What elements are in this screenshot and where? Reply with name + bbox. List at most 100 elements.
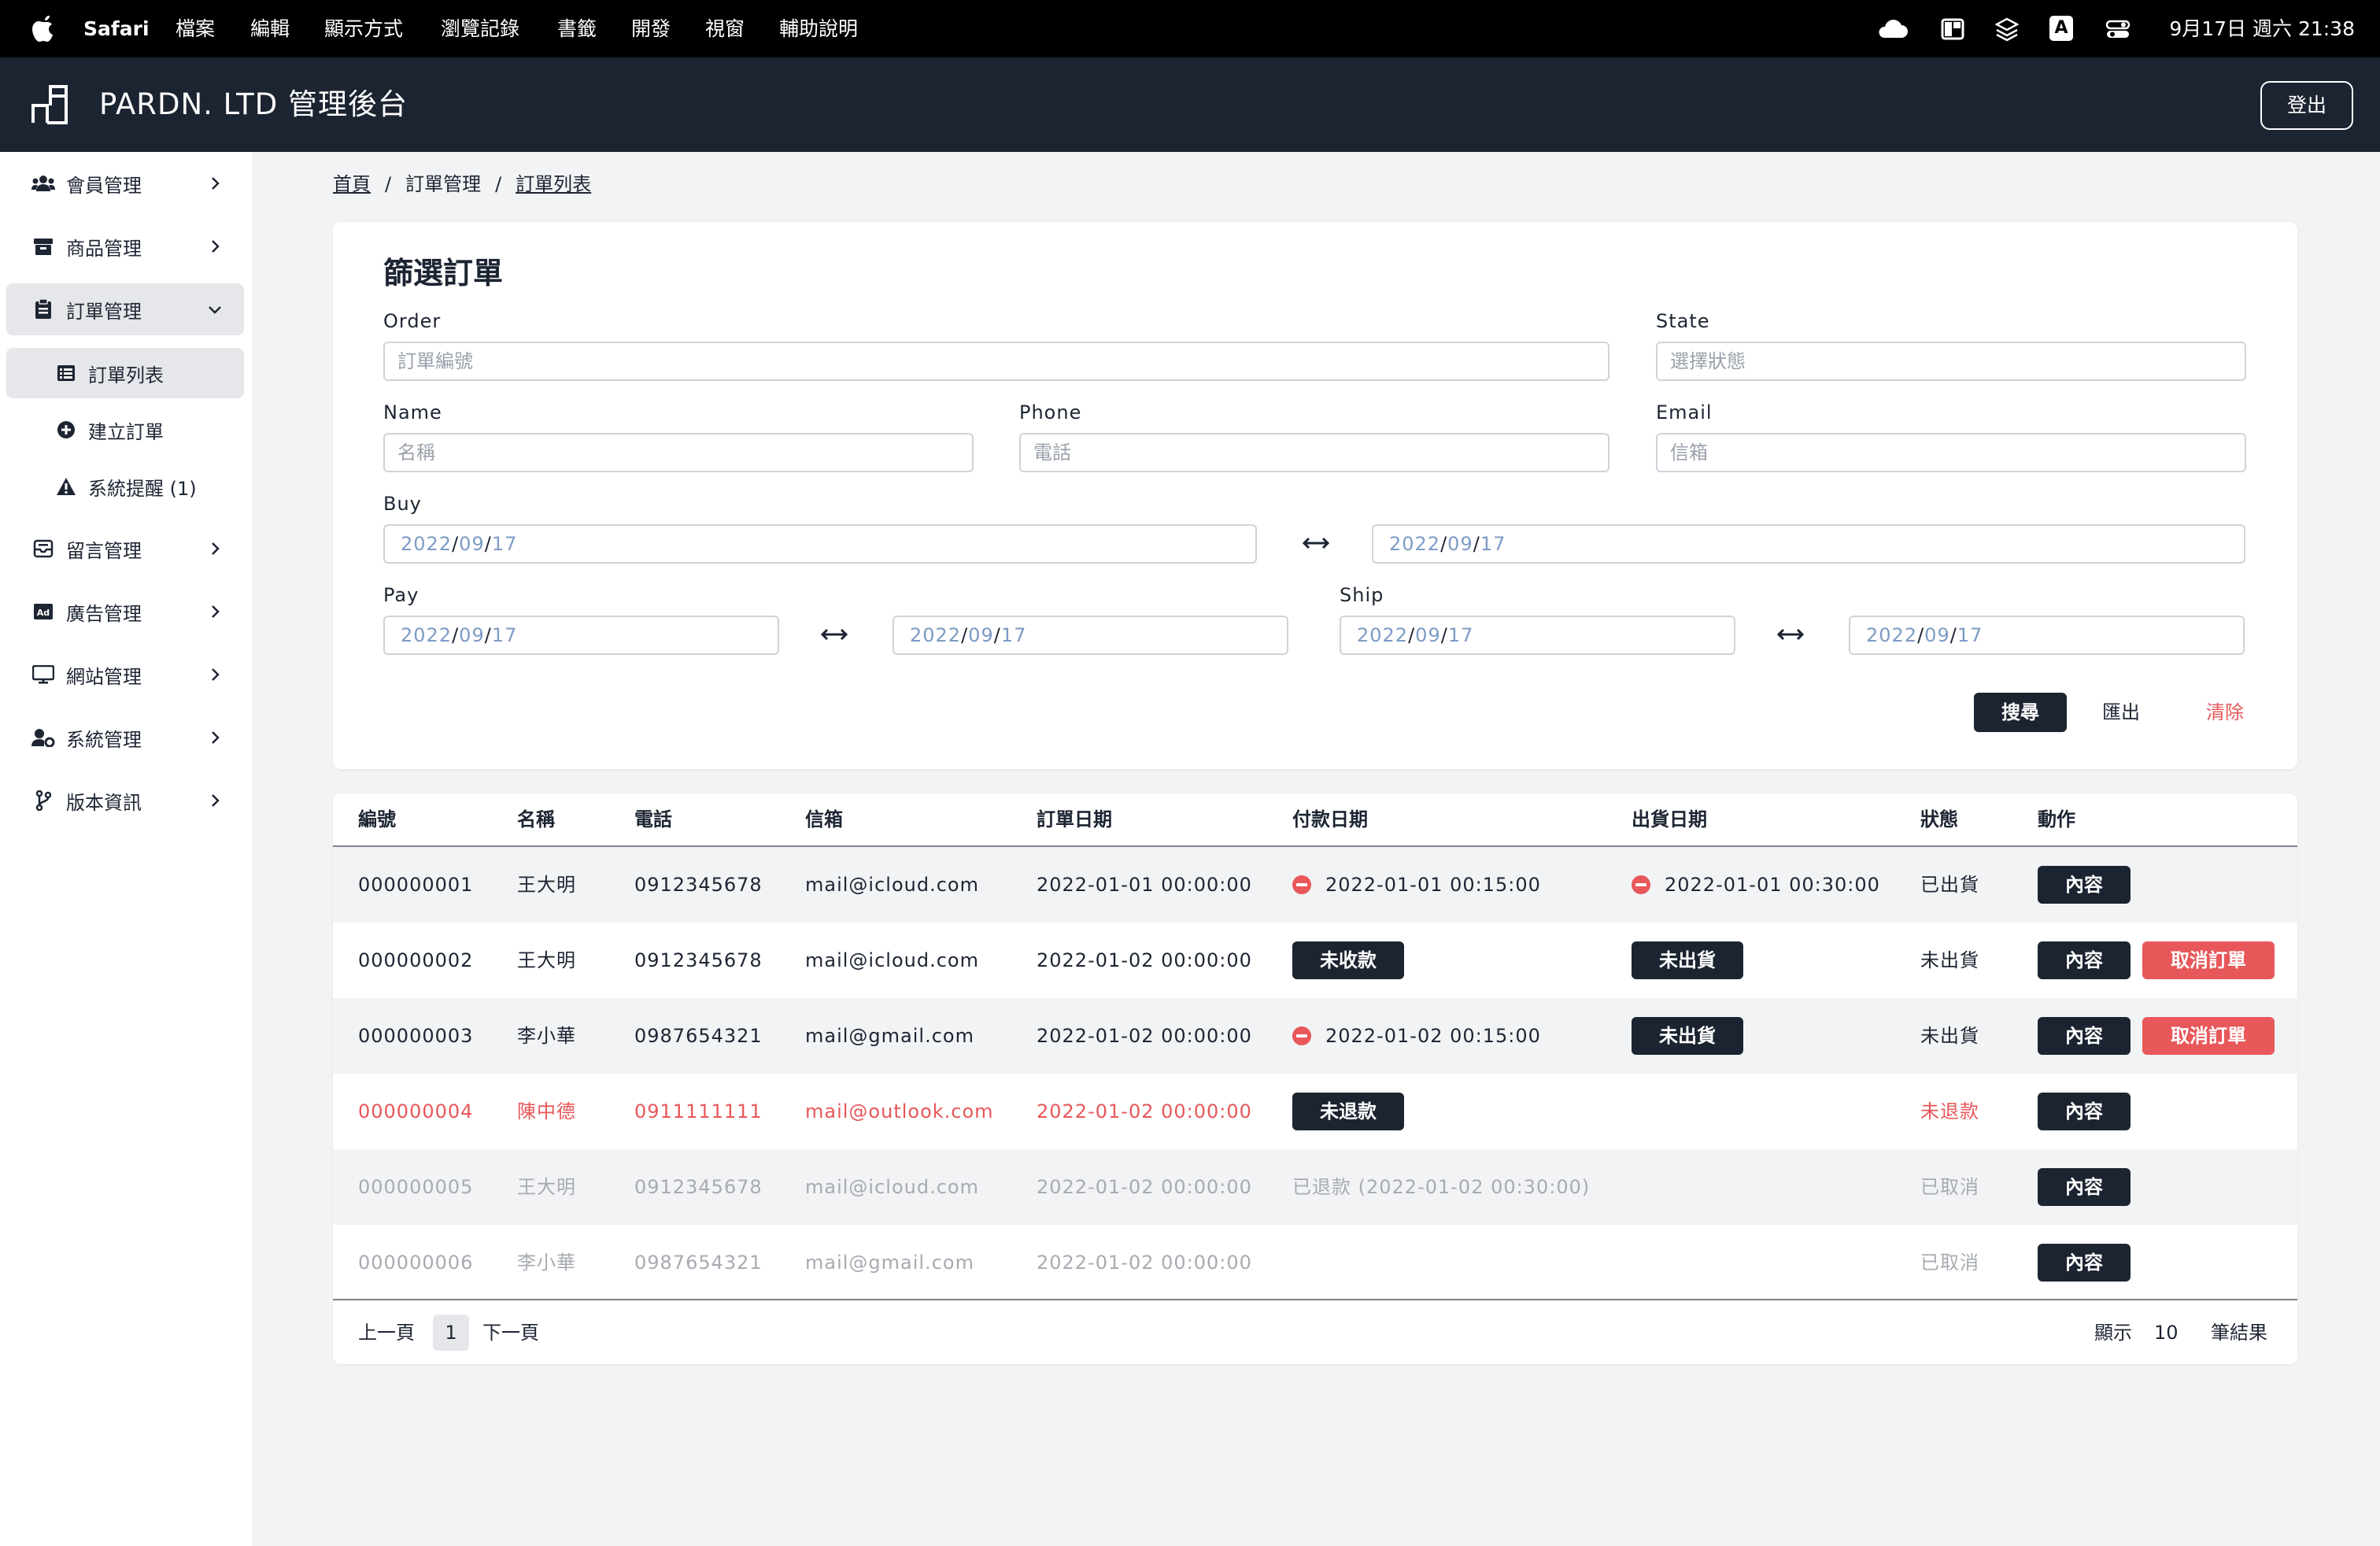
input-method-icon[interactable]: A <box>2049 16 2073 41</box>
phone-input[interactable]: 電話 <box>1019 433 1609 472</box>
cloud-icon[interactable] <box>1875 14 1909 44</box>
sidebar-item-label: 會員管理 <box>66 174 142 197</box>
sidebar-item-ads[interactable]: Ad 廣告管理 <box>6 586 244 638</box>
menu-file[interactable]: 檔案 <box>176 0 215 57</box>
warning-icon <box>55 475 77 497</box>
menu-help[interactable]: 輔助說明 <box>779 0 858 57</box>
column-header-email[interactable]: 信箱 <box>805 793 843 845</box>
app-header: PARDN. LTD 管理後台 登出 <box>0 57 2380 152</box>
breadcrumb-list-link[interactable]: 訂單列表 <box>516 173 591 195</box>
cell-state: 未出貨 <box>1920 949 1979 971</box>
minus-circle-icon[interactable] <box>1292 875 1311 894</box>
menu-history[interactable]: 瀏覽記錄 <box>441 0 519 57</box>
pay-end-date-input[interactable]: 2022/09/17 <box>893 616 1288 655</box>
column-header-name[interactable]: 名稱 <box>517 793 555 845</box>
detail-button[interactable]: 內容 <box>2038 1017 2131 1055</box>
detail-button[interactable]: 內容 <box>2038 1168 2131 1206</box>
detail-button[interactable]: 內容 <box>2038 1093 2131 1130</box>
sidebar-item-version[interactable]: 版本資訊 <box>6 775 244 827</box>
menu-develop[interactable]: 開發 <box>631 0 671 57</box>
minus-circle-icon[interactable] <box>1292 1026 1311 1045</box>
sidebar-item-system[interactable]: 系統管理 <box>6 712 244 764</box>
mark-refunded-button[interactable]: 未退款 <box>1292 1093 1404 1130</box>
sidebar-subitem-order-list[interactable]: 訂單列表 <box>6 348 244 398</box>
sidebar-item-label: 版本資訊 <box>66 791 142 814</box>
range-arrow-icon <box>1777 628 1804 641</box>
column-header-order-date[interactable]: 訂單日期 <box>1037 793 1112 845</box>
sidebar-item-label: 網站管理 <box>66 665 142 688</box>
prev-page-button[interactable]: 上一頁 <box>358 1300 415 1364</box>
next-page-button[interactable]: 下一頁 <box>482 1300 539 1364</box>
chevron-down-icon <box>209 306 221 314</box>
cell-id: 000000001 <box>358 874 474 896</box>
menu-window[interactable]: 視窗 <box>705 0 745 57</box>
order-number-input[interactable]: 訂單編號 <box>383 342 1609 381</box>
export-button[interactable]: 匯出 <box>2102 693 2140 732</box>
cell-name: 李小華 <box>517 1252 576 1274</box>
sidebar-subitem-system-alert[interactable]: 系統提醒 (1) <box>6 461 244 512</box>
menu-edit[interactable]: 編輯 <box>250 0 290 57</box>
sidebar-item-products[interactable]: 商品管理 <box>6 220 244 272</box>
pay-start-date-input[interactable]: 2022/09/17 <box>383 616 779 655</box>
layers-icon[interactable] <box>1994 14 2020 44</box>
plus-circle-icon <box>55 419 77 441</box>
control-center-icon[interactable] <box>2105 14 2131 44</box>
menu-view[interactable]: 顯示方式 <box>324 0 403 57</box>
sidebar-item-members[interactable]: 會員管理 <box>6 157 244 209</box>
sidebar-item-website[interactable]: 網站管理 <box>6 649 244 701</box>
breadcrumb-separator: / <box>495 173 502 195</box>
cell-id: 000000005 <box>358 1176 474 1198</box>
column-header-state[interactable]: 狀態 <box>1920 793 1958 845</box>
email-input[interactable]: 信箱 <box>1656 433 2246 472</box>
breadcrumb-home-link[interactable]: 首頁 <box>333 173 371 195</box>
ship-start-date-input[interactable]: 2022/09/17 <box>1340 616 1735 655</box>
clipboard-icon <box>31 298 55 321</box>
logout-button[interactable]: 登出 <box>2260 81 2353 130</box>
sidebar-subitem-create-order[interactable]: 建立訂單 <box>6 405 244 455</box>
clear-button[interactable]: 清除 <box>2206 693 2244 732</box>
search-button[interactable]: 搜尋 <box>1974 693 2067 732</box>
sidebar-item-orders[interactable]: 訂單管理 <box>6 283 244 335</box>
chevron-right-icon <box>212 668 220 681</box>
mark-shipped-button[interactable]: 未出貨 <box>1632 941 1743 979</box>
apple-logo-icon[interactable] <box>30 13 57 44</box>
column-header-pay-date[interactable]: 付款日期 <box>1292 793 1368 845</box>
detail-button[interactable]: 內容 <box>2038 866 2131 904</box>
cell-state: 已取消 <box>1920 1252 1979 1274</box>
ship-end-date-input[interactable]: 2022/09/17 <box>1849 616 2245 655</box>
sidebar-item-messages[interactable]: 留言管理 <box>6 523 244 575</box>
pay-label: Pay <box>383 584 419 606</box>
cancel-order-button[interactable]: 取消訂單 <box>2142 941 2275 979</box>
menu-bookmarks[interactable]: 書籤 <box>557 0 597 57</box>
sidebar-item-label: 商品管理 <box>66 237 142 260</box>
state-select[interactable]: 選擇狀態 <box>1656 342 2246 381</box>
buy-end-date-input[interactable]: 2022/09/17 <box>1372 524 2245 564</box>
mark-shipped-button[interactable]: 未出貨 <box>1632 1017 1743 1055</box>
table-row: 000000002 王大明 0912345678 mail@icloud.com… <box>333 923 2297 998</box>
cell-order-date: 2022-01-02 00:00:00 <box>1037 1252 1252 1274</box>
column-header-phone[interactable]: 電話 <box>634 793 672 845</box>
column-header-ship-date[interactable]: 出貨日期 <box>1632 793 1707 845</box>
cell-phone: 0912345678 <box>634 1176 763 1198</box>
buy-start-date-input[interactable]: 2022/09/17 <box>383 524 1257 564</box>
page-number-current[interactable]: 1 <box>433 1315 469 1351</box>
detail-button[interactable]: 內容 <box>2038 1244 2131 1282</box>
column-header-id[interactable]: 編號 <box>358 793 396 845</box>
cell-pay-date: 2022-01-02 00:15:00 <box>1292 998 1541 1074</box>
result-label: 筆結果 <box>2211 1322 2267 1344</box>
sidebar-item-label: 系統管理 <box>66 728 142 751</box>
detail-button[interactable]: 內容 <box>2038 941 2131 979</box>
page-size-select[interactable]: 10 <box>2154 1300 2179 1364</box>
window-layout-icon[interactable] <box>1941 14 1964 44</box>
range-arrow-icon <box>821 628 848 641</box>
minus-circle-icon[interactable] <box>1632 875 1650 894</box>
name-input[interactable]: 名稱 <box>383 433 974 472</box>
cancel-order-button[interactable]: 取消訂單 <box>2142 1017 2275 1055</box>
menu-clock[interactable]: 9月17日 週六 21:38 <box>2169 0 2355 57</box>
cell-id: 000000003 <box>358 1025 474 1047</box>
cell-state: 未退款 <box>1920 1100 1979 1123</box>
menu-app-safari[interactable]: Safari <box>83 0 150 57</box>
mark-paid-button[interactable]: 未收款 <box>1292 941 1404 979</box>
cell-state: 未出貨 <box>1920 1025 1979 1047</box>
range-arrow-icon <box>1303 537 1329 549</box>
